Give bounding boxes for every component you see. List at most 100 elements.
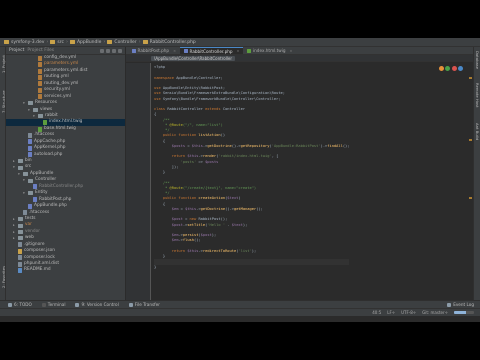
code-token: setTitle	[187, 222, 206, 227]
caret-position[interactable]: 40:5	[372, 310, 381, 315]
safari-icon[interactable]	[458, 66, 463, 71]
code-token: AppBundle\Controller;	[176, 75, 223, 80]
json-icon	[18, 248, 22, 254]
tree-node-label: README.md	[24, 267, 51, 273]
tool-window-label: 9: Version Control	[81, 302, 119, 307]
code-token: @Route	[169, 185, 183, 190]
code-token: RabbitPost();	[198, 217, 228, 222]
tool-window-button[interactable]: File Transfer	[128, 302, 160, 307]
code-token: , [	[271, 154, 279, 159]
code-token: public function	[154, 196, 199, 201]
close-icon[interactable]: ×	[173, 49, 176, 53]
chevron-right-icon: ›	[65, 39, 68, 45]
project-scope-dropdown[interactable]: Project Files	[27, 48, 54, 53]
git-branch[interactable]: Git: master÷	[422, 310, 448, 315]
remote-host-tool-tab[interactable]: Remote Host	[475, 83, 480, 113]
sync-icon[interactable]	[100, 48, 104, 53]
editor-tab[interactable]: RabbitController.php ×	[180, 47, 244, 54]
code-token: );	[211, 233, 217, 237]
code-token: $posts	[154, 143, 188, 148]
code-token: redirectToRoute	[202, 248, 237, 253]
php-icon	[184, 49, 188, 53]
folder-icon	[33, 107, 38, 112]
code-token: ()	[220, 133, 226, 138]
chrome-icon[interactable]	[445, 66, 450, 71]
code-token: .	[225, 222, 232, 227]
event-log-label: Event Log	[453, 302, 474, 307]
code-token: @Route	[169, 122, 183, 127]
event-log-button[interactable]: Event Log	[447, 302, 480, 307]
code-token: $post	[154, 222, 183, 227]
error-stripe-mark[interactable]	[469, 197, 472, 199]
event-log-icon	[447, 302, 452, 307]
class-breadcrumb[interactable]: \AppBundle\Controller\RabbitController	[151, 55, 236, 61]
favorites-tool-tab[interactable]: 2: Favorites	[1, 262, 6, 288]
code-token: ]);	[154, 164, 179, 169]
error-stripe-mark[interactable]	[469, 139, 472, 141]
twig-icon	[43, 120, 47, 126]
yml-icon	[38, 62, 42, 68]
code-line: }	[154, 265, 349, 270]
file-icon	[18, 242, 22, 248]
file-encoding[interactable]: UTF-8÷	[401, 310, 416, 315]
nav-crumb[interactable]: RabbitController.php	[142, 40, 196, 45]
gear-icon[interactable]	[112, 48, 116, 53]
background-task-progress	[454, 311, 474, 314]
collapse-all-icon[interactable]	[106, 48, 110, 53]
nav-crumb[interactable]: symfony-3.dev	[4, 40, 44, 45]
code-editor: RabbitPost.php × RabbitController.php × inde…	[126, 47, 473, 300]
code-token: ();	[256, 206, 263, 211]
code-token: namespace	[154, 75, 177, 80]
code-token: 'list'	[238, 248, 252, 253]
code-token: *	[154, 122, 170, 127]
yml-icon	[38, 55, 42, 61]
file-icon	[18, 261, 22, 267]
close-icon[interactable]: ×	[290, 49, 293, 53]
editor-tab-label: RabbitPost.php	[137, 48, 170, 53]
folder-icon	[18, 217, 23, 222]
ant-build-tool-tab[interactable]: Ant Build	[475, 123, 480, 149]
code-token: getDoctrine	[200, 206, 226, 211]
editor-tab[interactable]: RabbitPost.php ×	[128, 47, 180, 54]
code-token: {	[154, 112, 157, 117]
code-token: {	[154, 138, 166, 143]
code-token: {	[154, 201, 166, 206]
code-token: Controller	[222, 107, 246, 111]
code-token: 'AppBundle:RabbitPost'	[271, 143, 321, 148]
editor-tab[interactable]: index.html.twig ×	[243, 47, 296, 54]
code-area[interactable]: <?php namespace AppBundle\Controller; us…	[154, 65, 350, 270]
folder-icon	[18, 165, 23, 170]
code-token: }	[154, 264, 157, 269]
project-tree: config_dev.yml parameters.yml parameters.y…	[6, 55, 125, 274]
line-gutter	[126, 63, 151, 300]
hide-icon[interactable]	[118, 48, 122, 53]
code-token: $text	[231, 222, 243, 227]
code-token: /**	[154, 180, 170, 185]
project-tool-tab[interactable]: 1: Project	[1, 51, 6, 73]
code-token: flush	[182, 238, 194, 243]
editor-tab-label: RabbitController.php	[189, 48, 233, 54]
tool-window-button[interactable]: 6: TODO	[8, 302, 32, 307]
close-icon[interactable]: ×	[237, 49, 240, 53]
tool-window-button[interactable]: 9: Version Control	[75, 302, 119, 307]
code-token: 'rabbit/index.html.twig'	[218, 154, 272, 159]
code-token: findAll	[327, 143, 343, 148]
database-tool-tab[interactable]: Database	[475, 51, 480, 73]
tool-window-button[interactable]: Terminal	[41, 302, 65, 307]
tree-node[interactable]: README.md	[6, 267, 125, 274]
line-separator[interactable]: LF÷	[387, 310, 395, 315]
nav-crumb[interactable]: Controller	[107, 40, 137, 45]
tool-icon	[8, 302, 12, 307]
navigation-bar: symfony-3.dev › src › AppBundle › Controller › R…	[0, 38, 480, 47]
folder-icon	[18, 230, 23, 235]
firefox-icon[interactable]	[438, 66, 444, 71]
project-view-selector[interactable]: Project	[9, 48, 24, 53]
opera-icon[interactable]	[451, 66, 457, 71]
nav-crumb[interactable]: src	[50, 40, 64, 45]
nav-crumb[interactable]: AppBundle	[69, 40, 101, 45]
structure-tool-tab[interactable]: 7: Structure	[1, 87, 6, 113]
code-token: RabbitController	[167, 107, 206, 111]
error-stripe-mark[interactable]	[469, 77, 472, 79]
php-icon	[28, 145, 32, 151]
code-token: extends	[205, 107, 223, 111]
